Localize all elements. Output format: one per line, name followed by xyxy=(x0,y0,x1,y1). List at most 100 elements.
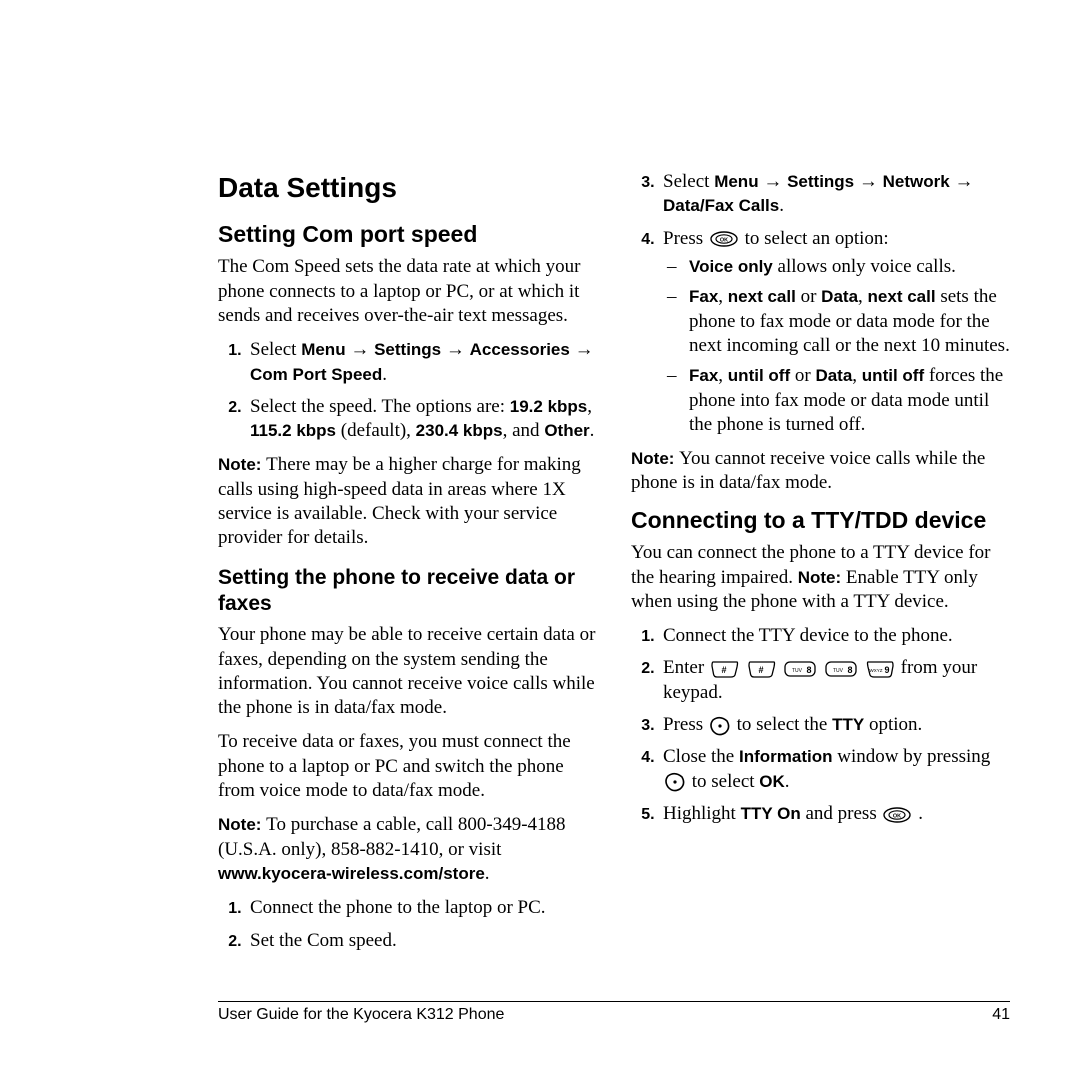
label-network: Network xyxy=(883,172,950,191)
text: Select the speed. The options are: xyxy=(250,396,510,417)
store-url: www.kyocera-wireless.com/store xyxy=(218,864,485,883)
fax-step-3: Select Menu → Settings → Network → Data/… xyxy=(659,170,1010,219)
key-8-icon: TUV 8 xyxy=(784,661,816,677)
heading-receive-data-faxes: Setting the phone to receive data or fax… xyxy=(218,565,597,618)
right-column: Select Menu → Settings → Network → Data/… xyxy=(631,170,1010,963)
option-voice-only: Voice only allows only voice calls. xyxy=(685,255,1010,279)
text: window by pressing xyxy=(833,746,991,767)
label-settings: Settings xyxy=(374,340,441,359)
arrow-icon: → xyxy=(950,171,974,192)
period: . xyxy=(382,364,387,385)
arrow-icon: → xyxy=(570,339,594,360)
label-other: Other xyxy=(544,421,589,440)
text: (default), xyxy=(336,420,416,441)
text: , xyxy=(718,286,728,307)
svg-text:OK: OK xyxy=(720,238,728,244)
svg-text:OK: OK xyxy=(893,813,901,819)
label-until-off: until off xyxy=(728,366,790,385)
label-next-call: next call xyxy=(868,287,936,306)
note-label: Note: xyxy=(218,815,266,834)
label-data: Data xyxy=(821,287,858,306)
paragraph-tty: You can connect the phone to a TTY devic… xyxy=(631,541,1010,614)
option-next-call: Fax, next call or Data, next call sets t… xyxy=(685,285,1010,358)
arrow-icon: → xyxy=(854,171,883,192)
page-number: 41 xyxy=(992,1006,1010,1024)
arrow-icon: → xyxy=(346,339,375,360)
fax-step-4: Press OK to select an option: Voice only… xyxy=(659,227,1010,438)
note-data-fax-mode: Note: You cannot receive voice calls whi… xyxy=(631,447,1010,496)
key-9-icon: WXYZ9 xyxy=(866,660,894,678)
page-footer: User Guide for the Kyocera K312 Phone 41 xyxy=(218,1001,1010,1024)
label-voice-only: Voice only xyxy=(689,257,773,276)
text: , xyxy=(858,286,868,307)
text: and press xyxy=(801,803,882,824)
fax-steps: Connect the phone to the laptop or PC. S… xyxy=(218,896,597,953)
svg-text:8: 8 xyxy=(848,665,853,675)
label-fax: Fax xyxy=(689,366,718,385)
tty-step-2: Enter # # TUV8 TUV8 WXYZ9 from your keyp… xyxy=(659,656,1010,705)
period: . xyxy=(485,863,490,884)
text: Press xyxy=(663,228,708,249)
nav-key-icon xyxy=(710,716,730,736)
label-ok: OK xyxy=(759,772,785,791)
ok-button-icon: OK xyxy=(710,231,738,247)
label-tty: TTY xyxy=(832,715,864,734)
footer-title: User Guide for the Kyocera K312 Phone xyxy=(218,1006,504,1024)
two-column-layout: Data Settings Setting Com port speed The… xyxy=(218,170,1010,963)
note-label: Note: xyxy=(218,455,266,474)
text: Press xyxy=(663,714,708,735)
svg-text:WXYZ: WXYZ xyxy=(869,668,882,673)
heading-tty: Connecting to a TTY/TDD device xyxy=(631,506,1010,535)
key-pound-icon: # xyxy=(711,660,739,678)
ok-button-icon: OK xyxy=(883,807,911,823)
text: allows only voice calls. xyxy=(773,256,956,277)
label-data: Data xyxy=(815,366,852,385)
label-115-2-kbps: 115.2 kbps xyxy=(250,421,336,440)
com-step-1: Select Menu → Settings → Accessories → C… xyxy=(246,338,597,387)
text: or xyxy=(790,365,815,386)
text: to select xyxy=(687,771,759,792)
text: to select the xyxy=(732,714,832,735)
note-label: Note: xyxy=(798,568,841,587)
arrow-icon: → xyxy=(759,171,788,192)
fax-steps-continued: Select Menu → Settings → Network → Data/… xyxy=(631,170,1010,437)
paragraph-fax-2: To receive data or faxes, you must conne… xyxy=(218,730,597,803)
key-8-icon: TUV8 xyxy=(825,661,857,677)
label-19-2-kbps: 19.2 kbps xyxy=(510,397,588,416)
period: . xyxy=(779,195,784,216)
arrow-icon: → xyxy=(441,339,470,360)
paragraph-fax-1: Your phone may be able to receive certai… xyxy=(218,623,597,720)
note-text: To purchase a cable, call 800-349-4188 (… xyxy=(218,814,566,859)
period: . xyxy=(590,420,595,441)
note-label: Note: xyxy=(631,449,679,468)
svg-text:9: 9 xyxy=(884,665,889,675)
tty-step-4: Close the Information window by pressing… xyxy=(659,745,1010,794)
text: Highlight xyxy=(663,803,741,824)
label-settings: Settings xyxy=(787,172,854,191)
label-230-4-kbps: 230.4 kbps xyxy=(416,421,503,440)
fax-step-1: Connect the phone to the laptop or PC. xyxy=(246,896,597,920)
heading-com-speed: Setting Com port speed xyxy=(218,220,597,249)
text: , xyxy=(852,365,862,386)
label-until-off: until off xyxy=(862,366,924,385)
text: option. xyxy=(864,714,922,735)
heading-data-settings: Data Settings xyxy=(218,170,597,206)
svg-text:TUV: TUV xyxy=(792,668,803,674)
note-cable: Note: To purchase a cable, call 800-349-… xyxy=(218,813,597,886)
text: , xyxy=(587,396,592,417)
key-pound-icon: # xyxy=(748,660,776,678)
label-tty-on: TTY On xyxy=(741,804,801,823)
text: or xyxy=(796,286,821,307)
label-accessories: Accessories xyxy=(470,340,570,359)
note-text: There may be a higher charge for making … xyxy=(218,454,581,548)
svg-text:8: 8 xyxy=(807,665,812,675)
label-information: Information xyxy=(739,747,833,766)
text: to select an option: xyxy=(740,228,889,249)
label-menu: Menu xyxy=(714,172,758,191)
com-speed-steps: Select Menu → Settings → Accessories → C… xyxy=(218,338,597,443)
tty-steps: Connect the TTY device to the phone. Ent… xyxy=(631,624,1010,826)
note-high-speed: Note: There may be a higher charge for m… xyxy=(218,453,597,550)
label-menu: Menu xyxy=(301,340,345,359)
page: Data Settings Setting Com port speed The… xyxy=(0,0,1080,1080)
text: Enter xyxy=(663,657,709,678)
